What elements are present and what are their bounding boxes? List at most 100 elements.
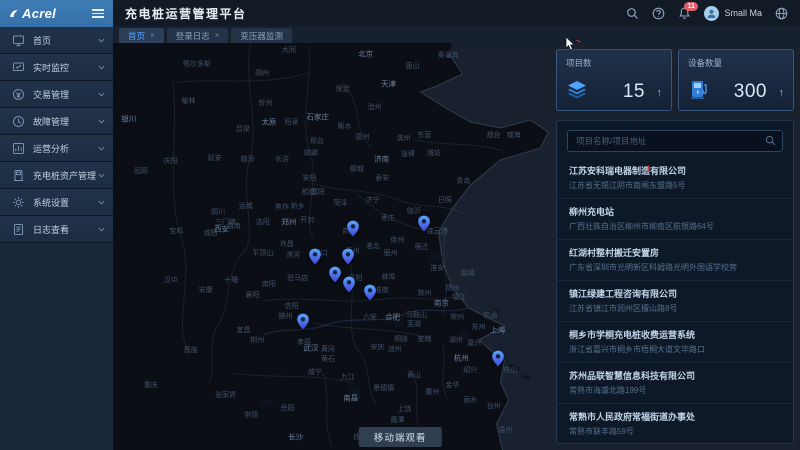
tab-首页[interactable]: 首页× — [119, 28, 164, 43]
chevron-down-icon — [98, 119, 105, 124]
sidebar-item-交易管理[interactable]: 交易管理 — [0, 81, 113, 108]
map-location-pin[interactable] — [363, 284, 376, 301]
project-name: 桐乡市学桐充电桩收费运营系统 — [569, 328, 781, 341]
sidebar-menu: 首页实时监控交易管理故障管理运营分析充电桩资产管理系统设置日志查看 — [0, 27, 113, 243]
brand-logo-text: Acrel — [22, 6, 56, 21]
trend-up-icon: ↑ — [779, 87, 785, 99]
logo-bar: Acrel — [0, 0, 113, 27]
avatar — [704, 6, 719, 21]
analysis-icon — [12, 142, 25, 155]
chevron-down-icon — [98, 38, 105, 43]
help-icon[interactable] — [652, 7, 665, 20]
tab-登录日志[interactable]: 登录日志 × — [167, 28, 229, 43]
close-icon[interactable]: × — [215, 31, 220, 40]
project-address: 广东省深圳市光明新区科姆路光明外国语学校旁 — [569, 262, 781, 273]
sidebar-item-label: 运营分析 — [33, 142, 69, 155]
project-search — [567, 130, 783, 152]
tab-label: 登录日志 — [176, 30, 210, 42]
right-panel: 项目数 15 ↑ 设备数量 300 ↑ 江苏安科瑞电器制造有限公司江苏省无锡江阴市南闸东盟… — [556, 49, 794, 444]
sidebar-item-充电桩资产管理[interactable]: 充电桩资产管理 — [0, 162, 113, 189]
asset-icon — [12, 169, 25, 182]
sidebar-item-首页[interactable]: 首页 — [0, 27, 113, 54]
stat-value: 15 — [623, 81, 645, 103]
top-header: 充电桩运营管理平台 11 Small Ma — [113, 0, 800, 26]
sidebar-item-label: 故障管理 — [33, 115, 69, 128]
project-name: 镇江绿建工程咨询有限公司 — [569, 287, 781, 300]
project-list-item[interactable]: 柳州充电站广西壮族自治区柳州市柳南区航银路64号 — [557, 199, 793, 240]
project-list-item[interactable]: 红湖村整村搬迁安置房广东省深圳市光明新区科姆路光明外国语学校旁 — [557, 240, 793, 281]
stat-label: 设备数量 — [688, 57, 784, 69]
header-actions: 11 Small Ma — [626, 6, 788, 21]
sidebar-item-label: 充电桩资产管理 — [33, 169, 96, 182]
project-address: 常熟市海虞北路199号 — [569, 385, 781, 396]
map-location-pin[interactable] — [328, 266, 341, 283]
project-name: 红湖村整村搬迁安置房 — [569, 246, 781, 259]
project-name: 苏州品联智慧信息科技有限公司 — [569, 369, 781, 382]
tab-变压器监测[interactable]: 变压器监测 — [231, 28, 292, 43]
project-list-item[interactable]: 镇江绿建工程咨询有限公司江苏省镇江市润州区檀山路8号 — [557, 281, 793, 322]
sidebar-item-日志查看[interactable]: 日志查看 — [0, 216, 113, 243]
chevron-down-icon — [98, 65, 105, 70]
project-search-input[interactable] — [567, 130, 783, 152]
project-list-item[interactable]: 苏州品联智慧信息科技有限公司常熟市海虞北路199号 — [557, 363, 793, 404]
map-location-pin[interactable] — [346, 220, 359, 237]
sidebar-item-运营分析[interactable]: 运营分析 — [0, 135, 113, 162]
stat-card-项目数: 项目数 15 ↑ — [556, 49, 672, 111]
project-name: 江苏安科瑞电器制造有限公司 — [569, 164, 781, 177]
sidebar-item-label: 首页 — [33, 34, 51, 47]
page-title: 充电桩运营管理平台 — [125, 5, 247, 22]
fault-icon — [12, 115, 25, 128]
home-icon — [12, 34, 25, 47]
map-location-pin[interactable] — [341, 248, 354, 265]
sidebar-item-故障管理[interactable]: 故障管理 — [0, 108, 113, 135]
sidebar-item-label: 系统设置 — [33, 196, 69, 209]
sidebar-item-系统设置[interactable]: 系统设置 — [0, 189, 113, 216]
search-icon[interactable] — [626, 7, 639, 20]
tab-bar: 首页× 登录日志 × 变压器监测 — [113, 26, 800, 43]
project-list-item[interactable]: 桐乡市学桐充电桩收费运营系统浙江省嘉兴市桐乡市梧桐大道文华路口 — [557, 322, 793, 363]
stats-row: 项目数 15 ↑ 设备数量 300 ↑ — [556, 49, 794, 111]
chevron-down-icon — [98, 200, 105, 205]
layers-icon — [566, 79, 588, 101]
project-list: 江苏安科瑞电器制造有限公司江苏省无锡江阴市南闸东盟路5号柳州充电站广西壮族自治区… — [557, 158, 793, 439]
project-address: 江苏省镇江市润州区檀山路8号 — [569, 303, 781, 314]
project-list-panel: 江苏安科瑞电器制造有限公司江苏省无锡江阴市南闸东盟路5号柳州充电站广西壮族自治区… — [556, 120, 794, 444]
sidebar-item-label: 交易管理 — [33, 88, 69, 101]
project-list-item[interactable]: 江苏安科瑞电器制造有限公司江苏省无锡江阴市南闸东盟路5号 — [557, 158, 793, 199]
chevron-down-icon — [98, 146, 105, 151]
project-name: 常熟市人民政府常福街道办事处 — [569, 410, 781, 423]
stat-value: 300 — [734, 81, 767, 103]
project-list-item[interactable]: 常熟市人民政府常福街道办事处常熟市联丰路59号 — [557, 404, 793, 439]
monitor-icon — [12, 61, 25, 74]
notification-badge: 11 — [684, 2, 697, 11]
map-location-pin[interactable] — [308, 248, 321, 265]
annotation-mark: 1 — [646, 164, 651, 174]
mobile-view-button[interactable]: 移动端观看 — [359, 427, 442, 447]
project-address: 浙江省嘉兴市桐乡市梧桐大道文华路口 — [569, 344, 781, 355]
sidebar-item-label: 实时监控 — [33, 61, 69, 74]
project-address: 江苏省无锡江阴市南闸东盟路5号 — [569, 180, 781, 191]
stat-card-设备数量: 设备数量 300 ↑ — [678, 49, 794, 111]
user-name: Small Ma — [724, 8, 762, 18]
log-icon — [12, 223, 25, 236]
map-location-pin[interactable] — [492, 350, 505, 367]
map-location-pin[interactable] — [417, 215, 430, 232]
sidebar-item-实时监控[interactable]: 实时监控 — [0, 54, 113, 81]
search-icon[interactable] — [765, 135, 776, 146]
map-location-pin[interactable] — [343, 277, 356, 294]
project-address: 广西壮族自治区柳州市柳南区航银路64号 — [569, 221, 781, 232]
notifications-bell-icon[interactable]: 11 — [678, 7, 691, 20]
tab-label: 变压器监测 — [240, 30, 283, 42]
brand-mark-icon — [9, 9, 19, 19]
transaction-icon — [12, 88, 25, 101]
stat-label: 项目数 — [566, 57, 662, 69]
language-globe-icon[interactable] — [775, 7, 788, 20]
map-location-pin[interactable] — [296, 313, 309, 330]
chevron-down-icon — [98, 173, 105, 178]
trend-up-icon: ↑ — [657, 87, 663, 99]
hamburger-menu-icon[interactable] — [92, 9, 104, 18]
close-icon[interactable]: × — [150, 31, 155, 40]
brand-logo[interactable]: Acrel — [9, 6, 56, 21]
settings-icon — [12, 196, 25, 209]
user-menu[interactable]: Small Ma — [704, 6, 762, 21]
